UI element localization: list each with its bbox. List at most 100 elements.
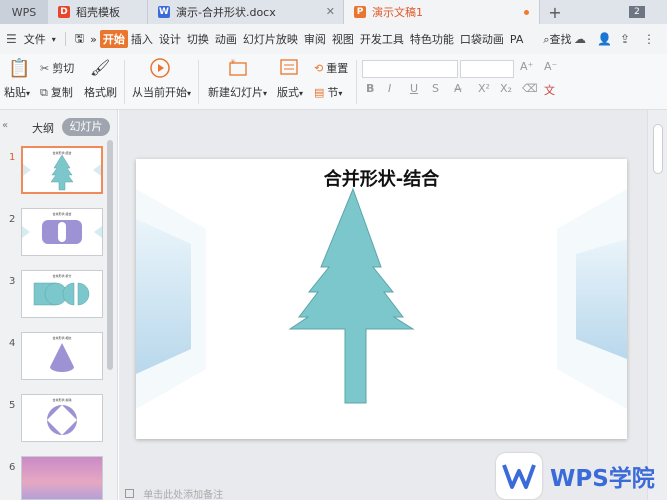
watermark-text: WPS学院: [550, 466, 655, 492]
close-icon[interactable]: ✕: [326, 5, 335, 18]
layout-icon[interactable]: [280, 58, 298, 79]
more-options-icon[interactable]: ⋮: [643, 32, 655, 46]
menu-animation[interactable]: 动画: [212, 31, 240, 47]
divider: [124, 60, 125, 104]
menu-transition[interactable]: 切换: [184, 31, 212, 47]
menu-home[interactable]: 开始: [99, 30, 128, 48]
svg-text:✳: ✳: [230, 58, 236, 66]
panel-tabs: « 大纲 幻灯片: [0, 118, 118, 136]
tab-label: 演示文稿1: [372, 6, 423, 19]
vertical-scrollbar-thumb[interactable]: [653, 124, 663, 174]
slide-thumbnail-2[interactable]: 合并形状-组合: [21, 208, 103, 256]
menu-icon[interactable]: ☰: [6, 32, 17, 46]
strikethrough-icon[interactable]: A̶: [454, 82, 462, 95]
divider: [356, 60, 357, 104]
notes-bar[interactable]: 单击此处添加备注: [119, 486, 499, 500]
cloud-icon[interactable]: ☁: [574, 32, 586, 46]
checkbox-icon[interactable]: [125, 489, 134, 498]
new-slide-button[interactable]: 新建幻灯片▾: [208, 84, 267, 100]
slide-thumbnail-3[interactable]: 合并形状-拆分: [21, 270, 103, 318]
search-button[interactable]: ⌕查找: [540, 31, 574, 47]
slide-editing-canvas: 合并形状-结合: [119, 110, 667, 500]
font-family-select[interactable]: [362, 60, 458, 78]
add-tab-button[interactable]: +: [540, 0, 570, 24]
merged-tree-shape[interactable]: [136, 159, 627, 439]
slide-thumbnail-4[interactable]: 合并形状-相交: [21, 332, 103, 380]
menu-features[interactable]: 特色功能: [407, 31, 457, 47]
paste-icon[interactable]: 📋: [8, 58, 30, 79]
paste-label: 粘贴: [4, 86, 26, 99]
thumbnail-intersect-shape: [50, 343, 74, 372]
tab-slides[interactable]: 幻灯片: [62, 118, 110, 136]
font-grow-icon[interactable]: A⁺: [520, 60, 533, 73]
thumbnail-number: 3: [9, 276, 16, 287]
menu-developer[interactable]: 开发工具: [357, 31, 407, 47]
bold-icon[interactable]: B: [366, 82, 374, 95]
more-icon[interactable]: »: [87, 33, 100, 46]
eraser-icon[interactable]: ⌫: [522, 82, 538, 95]
menu-pa[interactable]: PA: [507, 33, 526, 46]
title-tab-bar: WPS D 稻壳模板 W 演示-合并形状.docx ✕ P 演示文稿1 + 2: [0, 0, 667, 24]
underline-icon[interactable]: U: [410, 82, 418, 95]
slide-thumbnail-5[interactable]: 合并形状-剪除: [21, 394, 103, 442]
save-icon[interactable]: 🖫: [72, 30, 87, 49]
play-icon[interactable]: [150, 58, 170, 81]
tab-label: 稻壳模板: [76, 6, 120, 19]
divider: [198, 60, 199, 104]
reset-button[interactable]: ⟲ 重置: [314, 60, 348, 76]
tab-outline[interactable]: 大纲: [32, 120, 54, 136]
chevron-down-icon: ▾: [338, 89, 343, 98]
chevron-down-icon: ▾: [299, 89, 304, 98]
slide-thumbnail-1[interactable]: 合并形状-结合: [21, 146, 103, 194]
window-count-badge[interactable]: 2: [629, 6, 645, 18]
format-painter-button[interactable]: 格式刷: [84, 84, 117, 100]
tab-presentation[interactable]: P 演示文稿1: [344, 0, 540, 24]
layout-label: 版式: [277, 86, 299, 99]
shadow-icon[interactable]: S: [432, 82, 439, 95]
chevron-down-icon[interactable]: ▾: [49, 35, 59, 44]
thumbnail-scrollbar[interactable]: [107, 140, 113, 370]
divider: [64, 32, 66, 46]
menu-file[interactable]: 文件: [21, 31, 49, 47]
share-icon[interactable]: ⇪: [620, 32, 630, 46]
menu-view[interactable]: 视图: [329, 31, 357, 47]
layout-button[interactable]: 版式▾: [277, 84, 303, 100]
user-icon[interactable]: 👤: [597, 32, 612, 46]
section-icon: ▤: [314, 86, 325, 99]
menu-insert[interactable]: 插入: [128, 31, 156, 47]
wps-app-button[interactable]: WPS: [0, 0, 48, 24]
new-slide-icon[interactable]: ✳: [228, 58, 248, 81]
slide-thumbnail-panel: « 大纲 幻灯片 1 合并形状-结合 2 合并形状-组合 3 合并形状-拆分 4…: [0, 110, 118, 500]
current-slide[interactable]: 合并形状-结合: [136, 159, 627, 439]
italic-icon[interactable]: I: [388, 82, 391, 95]
chevron-down-icon: ▾: [263, 89, 268, 98]
font-size-select[interactable]: [460, 60, 514, 78]
collapse-panel-icon[interactable]: «: [2, 120, 8, 131]
superscript-icon[interactable]: X²: [478, 82, 490, 95]
cut-button[interactable]: ✂ 剪切: [40, 60, 74, 76]
menu-pocket-animation[interactable]: 口袋动画: [457, 31, 507, 47]
menu-slideshow[interactable]: 幻灯片放映: [240, 31, 301, 47]
tab-docer-templates[interactable]: D 稻壳模板: [48, 0, 148, 24]
search-label: 查找: [549, 33, 572, 46]
chevron-down-icon: ▾: [26, 89, 31, 98]
format-painter-icon[interactable]: 🖌: [90, 58, 110, 77]
scissors-icon: ✂: [40, 62, 50, 75]
tab-word-document[interactable]: W 演示-合并形状.docx ✕: [148, 0, 344, 24]
slide-thumbnail-6[interactable]: [21, 456, 103, 500]
menu-design[interactable]: 设计: [156, 31, 184, 47]
menu-review[interactable]: 审阅: [301, 31, 329, 47]
thumbnail-tree-shape: [23, 154, 101, 191]
section-button[interactable]: ▤ 节▾: [314, 84, 342, 100]
tab-label: 演示-合并形状.docx: [176, 6, 276, 19]
paste-button[interactable]: 粘贴▾: [4, 84, 30, 100]
from-current-label: 从当前开始: [132, 86, 187, 99]
copy-button[interactable]: ⧉ 复制: [40, 84, 73, 100]
from-current-button[interactable]: 从当前开始▾: [132, 84, 191, 100]
font-shrink-icon[interactable]: A⁻: [544, 60, 557, 73]
copy-icon: ⧉: [40, 86, 48, 99]
subscript-icon[interactable]: X₂: [500, 82, 512, 95]
phonetic-icon[interactable]: 文: [544, 82, 555, 98]
thumbnail-combine-shape: [22, 220, 102, 244]
thumbnail-number: 4: [9, 338, 16, 349]
